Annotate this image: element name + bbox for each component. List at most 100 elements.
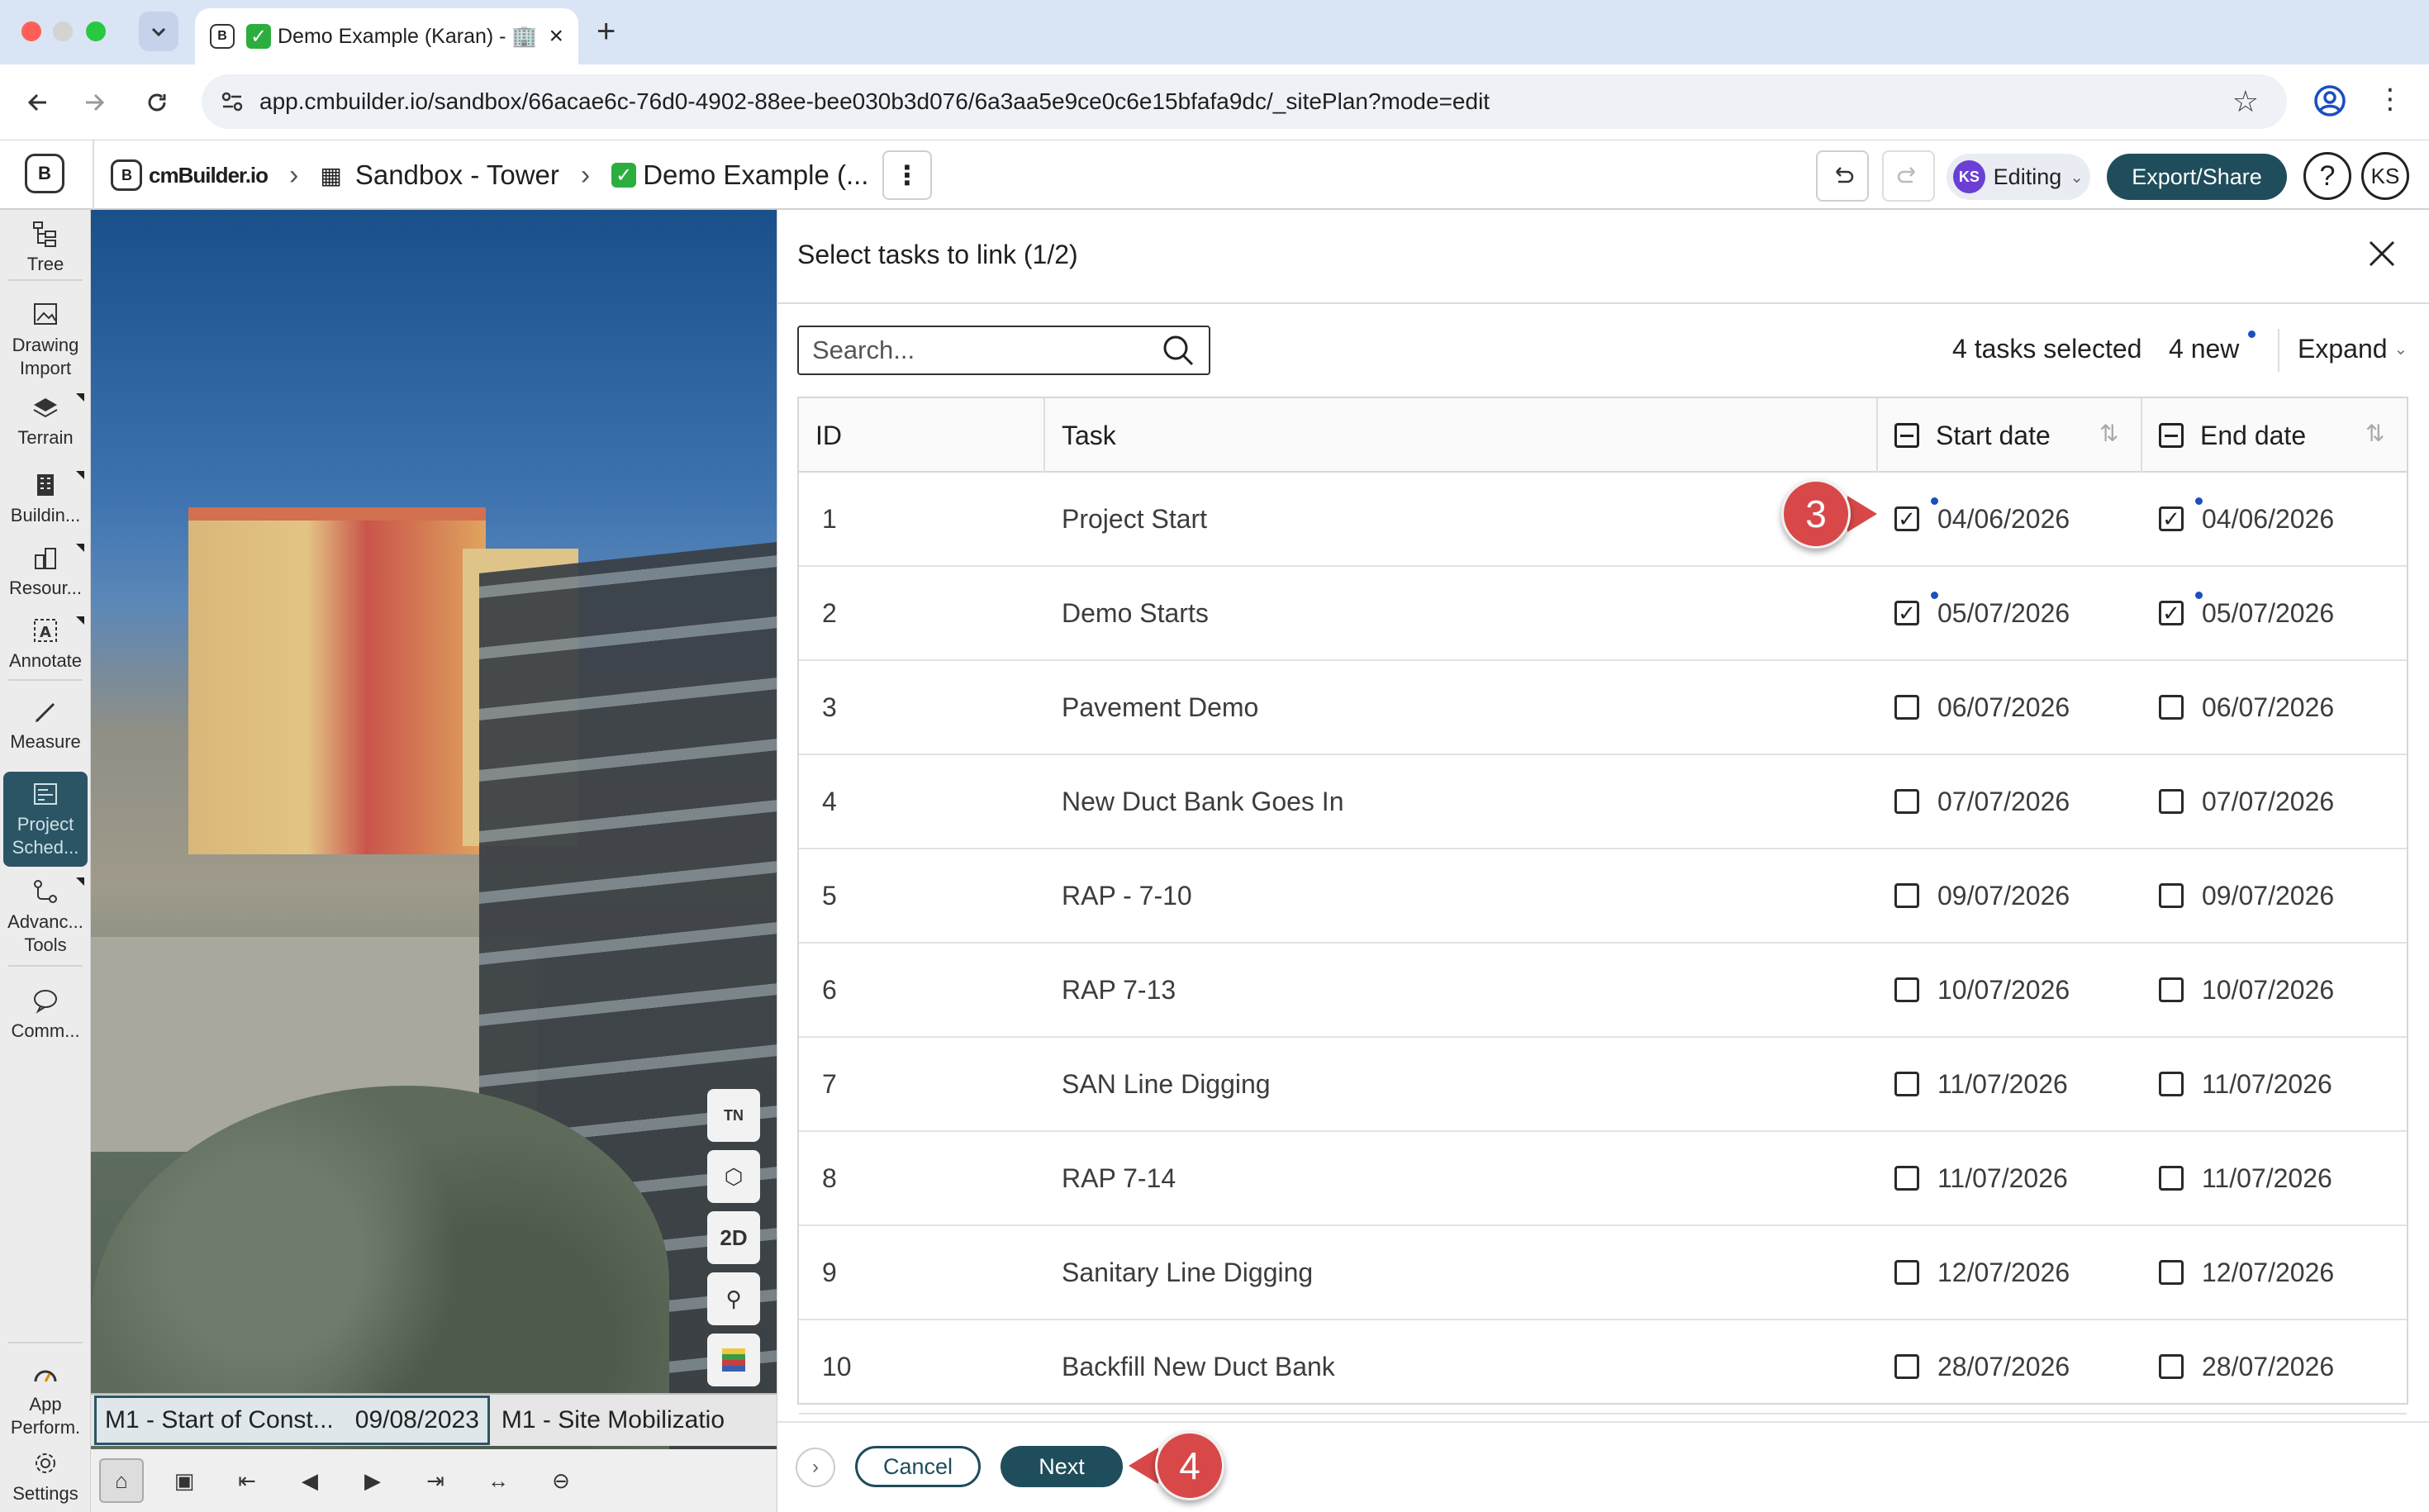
- cell-start-date[interactable]: 05/07/2026: [1894, 567, 2070, 659]
- brand-link[interactable]: B cmBuilder.io: [111, 159, 269, 191]
- view-cube-button[interactable]: ⬡: [707, 1150, 760, 1203]
- search-field[interactable]: [797, 326, 1210, 375]
- end-date-checkbox[interactable]: [2159, 1166, 2184, 1191]
- window-minimize-button[interactable]: [53, 21, 73, 41]
- close-button[interactable]: [2361, 233, 2403, 274]
- start-date-checkbox[interactable]: [1894, 1072, 1919, 1096]
- sidebar-item-resources[interactable]: Resour...: [3, 544, 88, 600]
- table-row[interactable]: 5 RAP - 7-10 09/07/2026 09/07/2026: [799, 849, 2407, 944]
- table-row[interactable]: 7 SAN Line Digging 11/07/2026 11/07/2026: [799, 1038, 2407, 1132]
- reload-button[interactable]: [137, 83, 177, 122]
- cell-end-date[interactable]: 05/07/2026: [2159, 567, 2334, 659]
- end-date-checkbox[interactable]: [2159, 789, 2184, 814]
- table-row[interactable]: 8 RAP 7-14 11/07/2026 11/07/2026: [799, 1132, 2407, 1226]
- timeline-milestone[interactable]: M1 - Site Mobilizatio: [501, 1406, 725, 1434]
- browser-tab-active[interactable]: B ✓ Demo Example (Karan) - 🏢 ×: [195, 8, 578, 64]
- 3d-viewport[interactable]: [91, 210, 777, 1512]
- table-row[interactable]: 2 Demo Starts 05/07/2026 05/07/2026: [799, 567, 2407, 661]
- tab-close-icon[interactable]: ×: [549, 22, 563, 50]
- column-header-end-date[interactable]: End date: [2159, 398, 2306, 473]
- skip-start-button[interactable]: ⇤: [225, 1458, 269, 1503]
- cell-end-date[interactable]: 28/07/2026: [2159, 1320, 2334, 1413]
- cell-end-date[interactable]: 07/07/2026: [2159, 755, 2334, 848]
- column-header-start-date[interactable]: Start date: [1894, 398, 2051, 473]
- fit-range-button[interactable]: ↔: [476, 1458, 520, 1503]
- forward-button[interactable]: [74, 83, 114, 122]
- sidebar-item-settings[interactable]: Settings: [3, 1449, 88, 1505]
- table-row[interactable]: 9 Sanitary Line Digging 12/07/2026 12/07/20…: [799, 1226, 2407, 1320]
- cell-start-date[interactable]: 28/07/2026: [1894, 1320, 2070, 1413]
- end-date-checkbox[interactable]: [2159, 695, 2184, 720]
- end-date-checkbox[interactable]: [2159, 1260, 2184, 1285]
- window-maximize-button[interactable]: [86, 21, 106, 41]
- sidebar-item-comments[interactable]: Comm...: [3, 987, 88, 1043]
- browser-menu-icon[interactable]: ⋮: [2376, 83, 2404, 116]
- undo-button[interactable]: [1816, 150, 1869, 202]
- view-2d-button[interactable]: 2D: [707, 1211, 760, 1264]
- start-date-checkbox[interactable]: [1894, 1354, 1919, 1379]
- end-date-checkbox[interactable]: [2159, 506, 2184, 531]
- start-date-checkbox[interactable]: [1894, 883, 1919, 908]
- sort-icon[interactable]: ⇅: [2365, 420, 2384, 447]
- sidebar-item-annotate[interactable]: A Annotate: [3, 616, 88, 673]
- project-menu-button[interactable]: ⋮: [882, 150, 932, 200]
- cell-end-date[interactable]: 12/07/2026: [2159, 1226, 2334, 1319]
- table-row[interactable]: 1 Project Start 04/06/2026 04/06/2026: [799, 473, 2407, 567]
- crane-view-button[interactable]: ⌂: [99, 1458, 144, 1503]
- cell-start-date[interactable]: 07/07/2026: [1894, 755, 2070, 848]
- chevron-right-button[interactable]: ›: [796, 1448, 835, 1487]
- walk-mode-button[interactable]: ⚲: [707, 1272, 760, 1325]
- cell-start-date[interactable]: 10/07/2026: [1894, 944, 2070, 1036]
- redo-button[interactable]: [1882, 150, 1935, 202]
- breadcrumb-document[interactable]: ✓ Demo Example (...: [611, 159, 868, 191]
- window-close-button[interactable]: [21, 21, 41, 41]
- play-button[interactable]: ▶: [350, 1458, 395, 1503]
- north-orient-button[interactable]: TN: [707, 1089, 760, 1142]
- search-input[interactable]: [812, 335, 1161, 365]
- layers-button[interactable]: [707, 1334, 760, 1386]
- start-date-checkbox[interactable]: [1894, 1166, 1919, 1191]
- cell-start-date[interactable]: 12/07/2026: [1894, 1226, 2070, 1319]
- skip-end-button[interactable]: ⇥: [413, 1458, 458, 1503]
- sidebar-item-terrain[interactable]: Terrain: [3, 393, 88, 449]
- table-row[interactable]: 10 Backfill New Duct Bank 28/07/2026 28/07/…: [799, 1320, 2407, 1415]
- start-date-checkbox[interactable]: [1894, 506, 1919, 531]
- select-all-end-checkbox[interactable]: [2159, 423, 2184, 448]
- browser-profile-icon[interactable]: [2312, 83, 2348, 123]
- back-button[interactable]: [18, 83, 58, 122]
- cancel-button[interactable]: Cancel: [855, 1446, 981, 1487]
- cell-end-date[interactable]: 11/07/2026: [2159, 1132, 2332, 1224]
- url-field[interactable]: app.cmbuilder.io/sandbox/66acae6c-76d0-4…: [202, 74, 2287, 129]
- sidebar-item-building[interactable]: Buildin...: [3, 471, 88, 527]
- table-row[interactable]: 6 RAP 7-13 10/07/2026 10/07/2026: [799, 944, 2407, 1038]
- new-tab-button[interactable]: +: [597, 13, 616, 50]
- next-button[interactable]: Next: [1001, 1446, 1123, 1487]
- zoom-out-button[interactable]: ⊖: [539, 1458, 583, 1503]
- tab-search-button[interactable]: [139, 12, 178, 51]
- sidebar-item-advanced-tools[interactable]: Advanc... Tools: [3, 877, 88, 956]
- cell-end-date[interactable]: 09/07/2026: [2159, 849, 2334, 942]
- end-date-checkbox[interactable]: [2159, 1072, 2184, 1096]
- sidebar-item-drawing-import[interactable]: Drawing Import: [3, 301, 88, 379]
- start-date-checkbox[interactable]: [1894, 601, 1919, 625]
- end-date-checkbox[interactable]: [2159, 1354, 2184, 1379]
- cell-start-date[interactable]: 06/07/2026: [1894, 661, 2070, 754]
- cell-end-date[interactable]: 10/07/2026: [2159, 944, 2334, 1036]
- start-date-checkbox[interactable]: [1894, 1260, 1919, 1285]
- sidebar-item-tree[interactable]: Tree: [3, 220, 88, 276]
- cell-end-date[interactable]: 06/07/2026: [2159, 661, 2334, 754]
- cell-start-date[interactable]: 09/07/2026: [1894, 849, 2070, 942]
- cell-end-date[interactable]: 04/06/2026: [2159, 473, 2334, 565]
- user-avatar[interactable]: KS: [2361, 152, 2409, 200]
- export-share-button[interactable]: Export/Share: [2107, 154, 2287, 200]
- end-date-checkbox[interactable]: [2159, 601, 2184, 625]
- cell-start-date[interactable]: 04/06/2026: [1894, 473, 2070, 565]
- start-date-checkbox[interactable]: [1894, 789, 1919, 814]
- cell-start-date[interactable]: 11/07/2026: [1894, 1038, 2068, 1130]
- end-date-checkbox[interactable]: [2159, 977, 2184, 1002]
- timeline-milestone[interactable]: M1 - Start of Const... 09/08/2023: [94, 1396, 490, 1445]
- table-row[interactable]: 3 Pavement Demo 06/07/2026 06/07/2026: [799, 661, 2407, 755]
- cell-start-date[interactable]: 11/07/2026: [1894, 1132, 2068, 1224]
- start-date-checkbox[interactable]: [1894, 695, 1919, 720]
- start-date-checkbox[interactable]: [1894, 977, 1919, 1002]
